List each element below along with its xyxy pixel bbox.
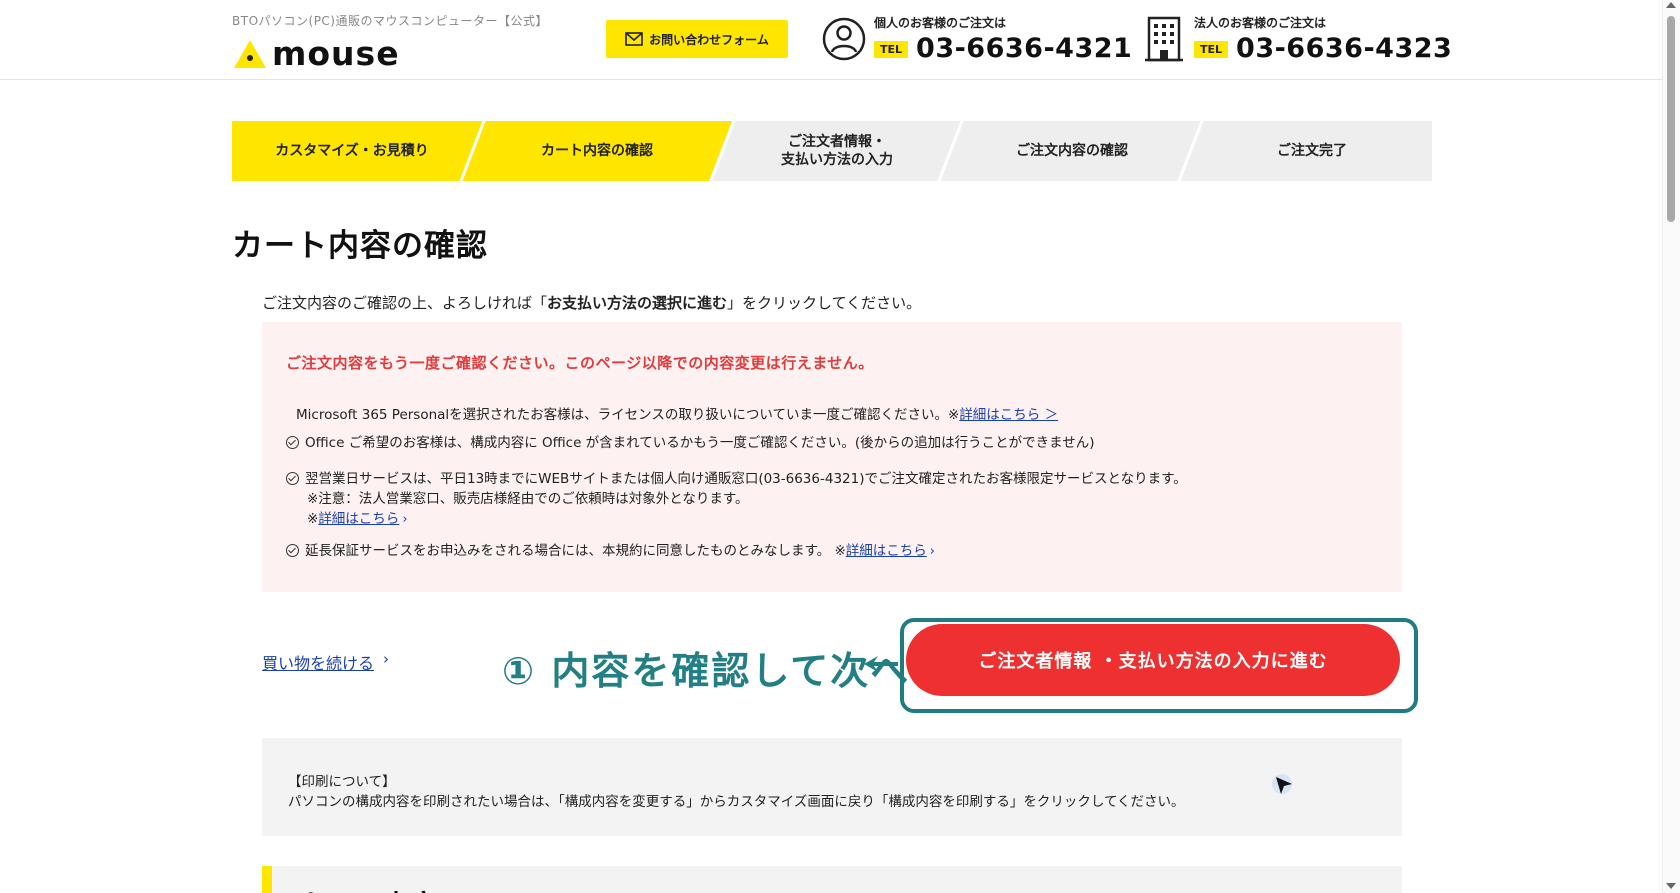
annotation-arrow-icon xyxy=(864,656,898,672)
nextday-line2: ※注意：法人営業窓口、販売店様経由でのご依頼時は対象外となります。 xyxy=(307,491,749,507)
check-circle-icon xyxy=(286,472,299,485)
nextday-prefix: ※ xyxy=(307,511,319,527)
step-cart-confirm: カート内容の確認 xyxy=(541,143,653,159)
mouse-logo[interactable]: mouse xyxy=(232,34,400,73)
check-circle-icon xyxy=(286,436,299,449)
checkout-steps: カスタマイズ・お見積り カート内容の確認 ご注文者情報・ 支払い方法の入力 ご注… xyxy=(232,121,1432,181)
intro-text: ご注文内容のご確認の上、よろしければ「お支払い方法の選択に進む」をクリックしてく… xyxy=(262,292,921,313)
person-icon xyxy=(820,14,868,64)
site-tagline: BTOパソコン(PC)通販のマウスコンピューター【公式】 xyxy=(232,14,548,28)
tel-badge: TEL xyxy=(874,40,909,58)
scroll-down-arrow-icon[interactable] xyxy=(1666,883,1676,889)
intro-before: ご注文内容のご確認の上、よろしければ「 xyxy=(262,294,548,312)
cart-contents-section: カート内容 xyxy=(262,866,1402,893)
building-icon xyxy=(1140,14,1188,64)
print-info-box: 【印刷について】 パソコンの構成内容を印刷されたい場合は、「構成内容を変更する」… xyxy=(262,738,1402,836)
office-notice: Office ご希望のお客様は、構成内容に Office が含まれているかもう一… xyxy=(286,434,1095,453)
nextday-detail-link[interactable]: 詳細はこちら xyxy=(318,511,399,527)
warranty-text: 延長保証サービスをお申込みをされる場合には、本規約に同意したものとみなします。 … xyxy=(305,543,846,559)
office-text: Office ご希望のお客様は、構成内容に Office が含まれているかもう一… xyxy=(305,435,1095,451)
business-phone-block: 法人のお客様のご注文は TEL 03-6636-4323 xyxy=(1140,14,1452,64)
print-text: パソコンの構成内容を印刷されたい場合は、「構成内容を変更する」からカスタマイズ画… xyxy=(288,794,1185,810)
personal-phone-block: 個人のお客様のご注文は TEL 03-6636-4321 xyxy=(820,14,1132,64)
page-scrollbar[interactable] xyxy=(1662,0,1680,893)
step-order-review: ご注文内容の確認 xyxy=(1016,143,1128,159)
scroll-up-arrow-icon[interactable] xyxy=(1666,2,1676,8)
logo-triangle-icon xyxy=(234,40,266,68)
chevron-right-icon: › xyxy=(383,650,389,668)
contact-form-button[interactable]: お問い合わせフォーム xyxy=(606,20,788,58)
step-orderer-info-line1: ご注文者情報・ xyxy=(788,134,886,150)
chevron-right-icon: › xyxy=(929,544,935,559)
step-customize: カスタマイズ・お見積り xyxy=(275,143,429,159)
step-orderer-info: ご注文者情報・ 支払い方法の入力 xyxy=(722,121,952,181)
nextday-line1: 翌営業日サービスは、平日13時までにWEBサイトまたは個人向け通販窓口(03-6… xyxy=(305,471,1187,487)
continue-shopping-link[interactable]: 買い物を続ける xyxy=(262,650,374,674)
site-header: BTOパソコン(PC)通販のマウスコンピューター【公式】 mouse お問い合わ… xyxy=(0,0,1662,80)
section-title: カート内容 xyxy=(298,884,438,893)
print-title: 【印刷について】 xyxy=(288,774,396,790)
step-order-complete: ご注文完了 xyxy=(1277,143,1347,159)
contact-form-label: お問い合わせフォーム xyxy=(649,32,769,47)
intro-bold: お支払い方法の選択に進む xyxy=(547,294,728,312)
scroll-thumb[interactable] xyxy=(1667,16,1675,222)
mouse-cursor-icon xyxy=(1272,774,1292,794)
nextday-detail: ※詳細はこちら › xyxy=(307,510,408,529)
tel-badge: TEL xyxy=(1194,40,1229,58)
notice-headline: ご注文内容をもう一度ご確認ください。このページ以降での内容変更は行えません。 xyxy=(286,354,874,372)
business-phone-label: 法人のお客様のご注文は xyxy=(1194,16,1327,30)
ms365-text: Microsoft 365 Personalを選択されたお客様は、ライセンスの取… xyxy=(296,407,960,423)
personal-phone-number[interactable]: 03-6636-4321 xyxy=(916,34,1132,64)
chevron-right-icon: › xyxy=(402,512,408,527)
mail-icon xyxy=(625,32,643,46)
ms365-detail-link[interactable]: 詳細はこちら ＞ xyxy=(959,407,1058,423)
logo-text: mouse xyxy=(272,34,400,73)
personal-phone-label: 個人のお客様のご注文は xyxy=(874,16,1007,30)
warranty-detail-link[interactable]: 詳細はこちら xyxy=(846,543,927,559)
section-accent-bar xyxy=(262,866,272,893)
annotation-label: ① 内容を確認して次へ xyxy=(502,649,911,693)
ms365-notice: Microsoft 365 Personalを選択されたお客様は、ライセンスの取… xyxy=(296,406,1058,425)
step-orderer-info-line2: 支払い方法の入力 xyxy=(781,152,893,168)
nextday-notice: 翌営業日サービスは、平日13時までにWEBサイトまたは個人向け通販窓口(03-6… xyxy=(286,470,1187,489)
page-title: カート内容の確認 xyxy=(232,228,488,264)
notice-box: ご注文内容をもう一度ご確認ください。このページ以降での内容変更は行えません。 M… xyxy=(262,322,1402,592)
warranty-notice: 延長保証サービスをお申込みをされる場合には、本規約に同意したものとみなします。 … xyxy=(286,542,935,561)
business-phone-number[interactable]: 03-6636-4323 xyxy=(1236,34,1452,64)
intro-after: 」をクリックしてください。 xyxy=(727,294,922,312)
check-circle-icon xyxy=(286,544,299,557)
annotation-highlight-box xyxy=(900,618,1418,713)
